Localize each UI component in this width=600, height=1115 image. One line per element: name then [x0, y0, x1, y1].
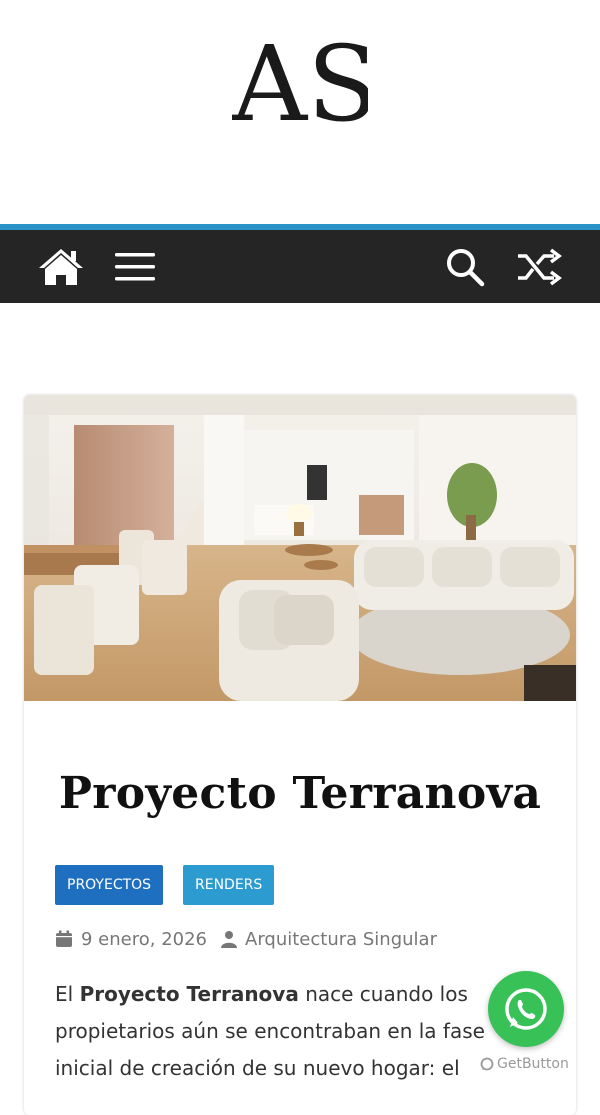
post-date[interactable]: 9 enero, 2026: [81, 929, 207, 950]
site-logo[interactable]: AS: [232, 26, 368, 166]
getbutton-link[interactable]: GetButton: [480, 1056, 569, 1072]
tag-proyectos[interactable]: PROYECTOS: [55, 865, 164, 905]
top-navbar: [0, 230, 600, 303]
excerpt-bold: Proyecto Terranova: [79, 982, 299, 1006]
excerpt-line3: inicial de creación de su nuevo hogar: e…: [55, 1056, 460, 1080]
whatsapp-icon: [505, 988, 547, 1030]
excerpt-line1: nace cuando los: [298, 982, 468, 1006]
excerpt-line2: propietarios aún se encontraban en la fa…: [55, 1019, 485, 1043]
search-icon[interactable]: [440, 230, 490, 303]
whatsapp-button[interactable]: [488, 971, 564, 1047]
getbutton-icon: [480, 1057, 494, 1071]
site-header: AS: [0, 0, 600, 224]
hamburger-menu-icon[interactable]: [110, 230, 160, 303]
post-author[interactable]: Arquitectura Singular: [245, 929, 437, 950]
post-featured-image[interactable]: [24, 395, 576, 701]
user-icon: [221, 930, 237, 948]
getbutton-label: GetButton: [497, 1056, 569, 1072]
home-icon[interactable]: [36, 230, 86, 303]
calendar-icon: [55, 930, 73, 948]
svg-text:AS: AS: [232, 26, 368, 145]
shuffle-icon[interactable]: [512, 230, 566, 303]
excerpt-prefix: El: [55, 982, 80, 1006]
post-title[interactable]: Proyecto Terranova: [0, 768, 600, 819]
tag-renders[interactable]: RENDERS: [183, 865, 275, 905]
post-meta: 9 enero, 2026 Arquitectura Singular: [55, 926, 437, 952]
